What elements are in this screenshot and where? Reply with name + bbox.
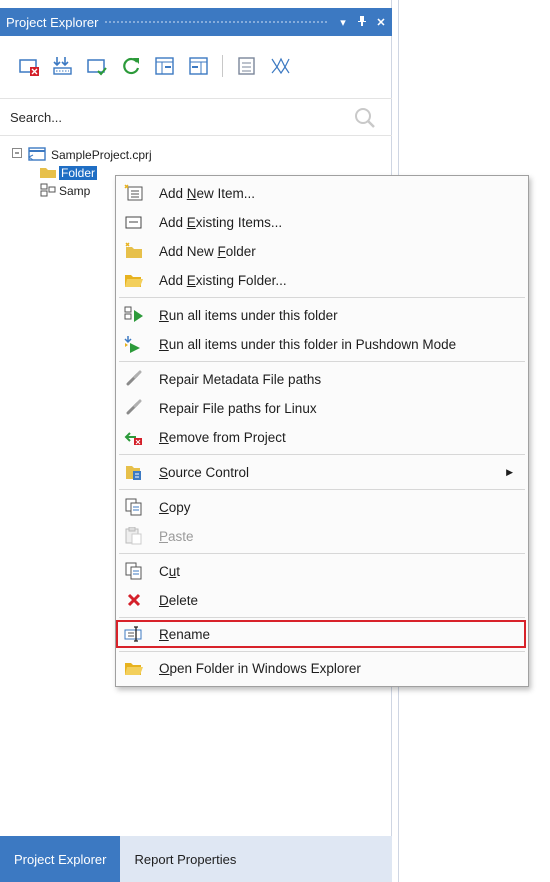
- panel-titlebar[interactable]: Project Explorer ▾ ✕: [0, 8, 392, 36]
- menu-item-repair-linux[interactable]: Repair File paths for Linux: [119, 394, 525, 422]
- menu-item-copy[interactable]: Copy: [119, 493, 525, 521]
- run-pushdown-icon: [124, 335, 144, 353]
- menu-item-cut[interactable]: Cut: [119, 557, 525, 585]
- menu-separator: [119, 651, 525, 652]
- tree-folder-label: Folder: [59, 166, 98, 180]
- submenu-arrow-icon: ▶: [506, 466, 513, 477]
- search-icon[interactable]: [354, 107, 376, 129]
- menu-item-add-new-folder[interactable]: Add New Folder: [119, 237, 525, 265]
- refresh-icon[interactable]: [120, 55, 142, 77]
- import-icon[interactable]: [52, 55, 74, 77]
- run-icon: [124, 306, 144, 324]
- menu-item-run-all-items[interactable]: Run all items under this folder: [119, 301, 525, 329]
- collapse-toggle-icon[interactable]: [12, 148, 23, 162]
- context-menu: Add New Item... Add Existing Items... Ad…: [115, 175, 529, 687]
- source-control-icon: [124, 463, 144, 481]
- tree-root-row[interactable]: SampleProject.cprj: [12, 146, 152, 164]
- tab-report-properties[interactable]: Report Properties: [120, 836, 250, 882]
- collapse-panel-icon[interactable]: [188, 55, 210, 77]
- menu-item-source-control[interactable]: Source Control ▶: [119, 458, 525, 486]
- close-icon[interactable]: ✕: [373, 16, 389, 29]
- add-existing-items-icon: [124, 213, 144, 231]
- search-placeholder: Search...: [10, 109, 63, 125]
- delete-icon: [124, 591, 144, 609]
- menu-item-paste[interactable]: Paste: [119, 522, 525, 550]
- report-file-icon: [40, 183, 56, 200]
- project-file-icon: [27, 146, 47, 165]
- properties-icon[interactable]: [235, 55, 257, 77]
- link-icon: [124, 370, 144, 388]
- existing-folder-icon: [124, 271, 144, 289]
- titlebar-grip: [104, 19, 329, 25]
- menu-item-add-existing-folder[interactable]: Add Existing Folder...: [119, 266, 525, 294]
- dependency-graph-icon[interactable]: [269, 55, 291, 77]
- add-new-item-icon: [124, 184, 144, 202]
- tree-root-label: SampleProject.cprj: [51, 148, 152, 162]
- menu-item-run-pushdown[interactable]: Run all items under this folder in Pushd…: [119, 330, 525, 358]
- tree-folder-row[interactable]: Folder: [40, 164, 98, 182]
- new-folder-icon: [124, 242, 144, 260]
- menu-separator: [119, 489, 525, 490]
- pin-icon[interactable]: [354, 15, 370, 30]
- tab-project-explorer[interactable]: Project Explorer: [0, 836, 121, 882]
- paste-icon: [124, 526, 144, 545]
- menu-item-remove-from-project[interactable]: Remove from Project: [119, 423, 525, 451]
- menu-separator: [119, 361, 525, 362]
- search-field[interactable]: Search...: [0, 98, 392, 136]
- dropdown-icon[interactable]: ▾: [335, 16, 351, 29]
- menu-separator: [119, 553, 525, 554]
- toolbar-separator: [222, 55, 223, 77]
- menu-item-open-folder-in-explorer[interactable]: Open Folder in Windows Explorer: [119, 654, 525, 682]
- menu-item-add-existing-items[interactable]: Add Existing Items...: [119, 208, 525, 236]
- menu-item-add-new-item[interactable]: Add New Item...: [119, 179, 525, 207]
- bottom-tab-bar: Project Explorer Report Properties: [0, 836, 392, 882]
- menu-separator: [119, 617, 525, 618]
- open-folder-icon: [124, 659, 144, 677]
- cut-icon: [124, 562, 144, 580]
- remove-icon: [124, 428, 144, 446]
- menu-item-repair-metadata[interactable]: Repair Metadata File paths: [119, 365, 525, 393]
- folder-icon: [40, 166, 56, 181]
- menu-separator: [119, 297, 525, 298]
- link-icon: [124, 399, 144, 417]
- tree-child-row[interactable]: Samp: [40, 182, 90, 200]
- check-item-icon[interactable]: [86, 55, 108, 77]
- remove-item-icon[interactable]: [18, 55, 40, 77]
- expand-panel-icon[interactable]: [154, 55, 176, 77]
- menu-separator: [119, 454, 525, 455]
- tree-child-label: Samp: [59, 184, 91, 198]
- panel-title: Project Explorer: [6, 14, 99, 30]
- menu-item-delete[interactable]: Delete: [119, 586, 525, 614]
- panel-toolbar: [0, 40, 392, 92]
- rename-highlight-box: [116, 620, 526, 648]
- copy-icon: [124, 498, 144, 516]
